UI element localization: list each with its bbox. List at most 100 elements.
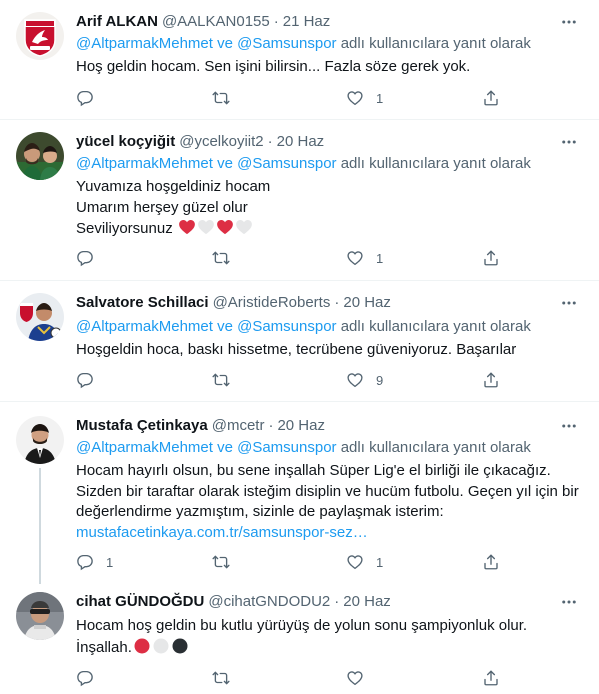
share-button[interactable] bbox=[482, 552, 512, 572]
reply-mentions[interactable]: @AltparmakMehmet ve @Samsunspor bbox=[76, 439, 337, 456]
more-options-button[interactable] bbox=[559, 416, 579, 436]
tweet-actions: 1 bbox=[76, 248, 506, 268]
like-button[interactable]: 1 bbox=[346, 248, 383, 268]
avatar[interactable] bbox=[16, 293, 64, 341]
like-icon bbox=[346, 89, 364, 107]
timestamp[interactable]: 20 Haz bbox=[277, 416, 325, 436]
reply-mentions[interactable]: @AltparmakMehmet ve @Samsunspor bbox=[76, 318, 337, 335]
tweet-link[interactable]: mustafacetinkaya.com.tr/samsunspor-sez… bbox=[76, 523, 586, 544]
display-name[interactable]: Arif ALKAN bbox=[76, 12, 158, 32]
tweet-text-line: Sizden bir taraftar olarak isteğim disip… bbox=[76, 482, 579, 500]
user-handle[interactable]: @cihatGNDODU2 bbox=[208, 592, 330, 612]
tweet-header: Mustafa Çetinkaya @mcetr · 20 Haz bbox=[76, 416, 325, 436]
black-circle-icon bbox=[171, 637, 189, 655]
tweet-text: Hoş geldin hocam. Sen işini bilirsin... … bbox=[76, 57, 586, 78]
more-options-button[interactable] bbox=[559, 12, 579, 32]
user-handle[interactable]: @AristideRoberts bbox=[213, 293, 331, 313]
user-handle[interactable]: @ycelkoyiit2 bbox=[179, 132, 263, 152]
user-photo-avatar bbox=[16, 416, 64, 464]
red-heart-icon bbox=[178, 218, 196, 236]
more-icon bbox=[560, 133, 578, 151]
like-button[interactable]: 1 bbox=[346, 88, 383, 108]
reply-button[interactable] bbox=[76, 88, 106, 108]
reply-suffix: adlı kullanıcılara yanıt olarak bbox=[336, 318, 531, 335]
white-heart-icon bbox=[235, 218, 253, 236]
tweet-header: cihat GÜNDOĞDU @cihatGNDODU2 · 20 Haz bbox=[76, 592, 391, 612]
like-button[interactable] bbox=[346, 668, 376, 688]
display-name[interactable]: Salvatore Schillaci bbox=[76, 293, 209, 313]
more-options-button[interactable] bbox=[559, 132, 579, 152]
reply-button[interactable]: 1 bbox=[76, 552, 113, 572]
share-icon bbox=[482, 249, 500, 267]
more-icon bbox=[560, 417, 578, 435]
avatar[interactable] bbox=[16, 416, 64, 464]
more-options-button[interactable] bbox=[559, 592, 579, 612]
reply-button[interactable] bbox=[76, 668, 106, 688]
tweet-text-line: değerlendirme yazmıştım, sizinle de payl… bbox=[76, 503, 444, 520]
separator-dot: · bbox=[268, 417, 274, 434]
like-count: 1 bbox=[376, 90, 384, 106]
reply-button[interactable] bbox=[76, 370, 106, 390]
avatar[interactable] bbox=[16, 592, 64, 640]
like-icon bbox=[346, 249, 364, 267]
tweet-header: Arif ALKAN @AALKAN0155 · 21 Haz bbox=[76, 12, 330, 32]
white-circle-icon bbox=[152, 637, 170, 655]
separator-dot: · bbox=[334, 294, 340, 311]
retweet-button[interactable] bbox=[212, 88, 242, 108]
share-button[interactable] bbox=[482, 88, 512, 108]
share-button[interactable] bbox=[482, 248, 512, 268]
retweet-button[interactable] bbox=[212, 370, 242, 390]
like-icon bbox=[346, 669, 364, 687]
thread-connector-line bbox=[39, 468, 41, 584]
display-name[interactable]: yücel koçyiğit bbox=[76, 132, 175, 152]
tweet-actions bbox=[76, 668, 506, 688]
tweet-text-line: Hocam hayırlı olsun, bu sene inşallah Sü… bbox=[76, 462, 551, 479]
replying-to: @AltparmakMehmet ve @Samsunspor adlı kul… bbox=[76, 438, 531, 458]
reply-mentions[interactable]: @AltparmakMehmet ve @Samsunspor bbox=[76, 35, 337, 52]
timestamp[interactable]: 20 Haz bbox=[277, 132, 325, 152]
like-button[interactable]: 9 bbox=[346, 370, 383, 390]
display-name[interactable]: cihat GÜNDOĞDU bbox=[76, 592, 204, 612]
reply-icon bbox=[76, 553, 94, 571]
retweet-button[interactable] bbox=[212, 248, 242, 268]
retweet-button[interactable] bbox=[212, 668, 242, 688]
retweet-icon bbox=[212, 249, 230, 267]
red-circle-icon bbox=[133, 637, 151, 655]
tweet-text-line: Hoş geldin hocam. Sen işini bilirsin... … bbox=[76, 58, 471, 75]
share-button[interactable] bbox=[482, 668, 512, 688]
timestamp[interactable]: 20 Haz bbox=[343, 293, 391, 313]
share-icon bbox=[482, 669, 500, 687]
more-options-button[interactable] bbox=[559, 293, 579, 313]
avatar[interactable] bbox=[16, 12, 64, 60]
tweet-text-line: Seviliyorsunuz bbox=[76, 218, 586, 240]
tweet-text: Hocam hayırlı olsun, bu sene inşallah Sü… bbox=[76, 461, 586, 543]
tweet[interactable]: cihat GÜNDOĞDU @cihatGNDODU2 · 20 Haz Ho… bbox=[0, 580, 599, 694]
tweet[interactable]: yücel koçyiğit @ycelkoyiit2 · 20 Haz @Al… bbox=[0, 120, 599, 281]
share-icon bbox=[482, 371, 500, 389]
replying-to: @AltparmakMehmet ve @Samsunspor adlı kul… bbox=[76, 154, 531, 174]
avatar[interactable] bbox=[16, 132, 64, 180]
like-button[interactable]: 1 bbox=[346, 552, 383, 572]
tweet[interactable]: Salvatore Schillaci @AristideRoberts · 2… bbox=[0, 281, 599, 402]
separator-dot: · bbox=[273, 13, 279, 30]
tweet-header: Salvatore Schillaci @AristideRoberts · 2… bbox=[76, 293, 391, 313]
reply-button[interactable] bbox=[76, 248, 106, 268]
tweet-actions: 9 bbox=[76, 370, 506, 390]
user-photo-avatar bbox=[16, 293, 64, 341]
reply-mentions[interactable]: @AltparmakMehmet ve @Samsunspor bbox=[76, 155, 337, 172]
share-button[interactable] bbox=[482, 370, 512, 390]
tweet[interactable]: Mustafa Çetinkaya @mcetr · 20 Haz @Altpa… bbox=[0, 402, 599, 584]
display-name[interactable]: Mustafa Çetinkaya bbox=[76, 416, 208, 436]
tweet[interactable]: Arif ALKAN @AALKAN0155 · 21 Haz @Altparm… bbox=[0, 0, 599, 120]
retweet-button[interactable] bbox=[212, 552, 242, 572]
user-handle[interactable]: @mcetr bbox=[212, 416, 265, 436]
timestamp[interactable]: 21 Haz bbox=[283, 12, 331, 32]
user-handle[interactable]: @AALKAN0155 bbox=[162, 12, 270, 32]
tweet-text-segment: Seviliyorsunuz bbox=[76, 220, 173, 237]
reply-icon bbox=[76, 371, 94, 389]
retweet-icon bbox=[212, 553, 230, 571]
timestamp[interactable]: 20 Haz bbox=[343, 592, 391, 612]
tweet-actions: 1 1 bbox=[76, 552, 506, 572]
user-photo-avatar bbox=[16, 592, 64, 640]
like-count: 9 bbox=[376, 372, 384, 388]
